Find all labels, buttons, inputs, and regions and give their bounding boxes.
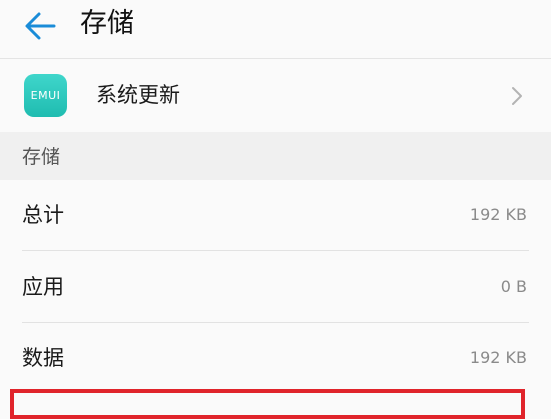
row-value: 192 KB	[469, 205, 527, 224]
back-button[interactable]	[20, 8, 60, 44]
section-title: 存储	[22, 146, 61, 168]
storage-section-header: 存储	[0, 132, 551, 180]
arrow-left-icon	[25, 12, 56, 40]
row-value: 192 KB	[469, 348, 527, 367]
app-name: 系统更新	[96, 83, 180, 107]
storage-row-apps: 应用 0 B	[0, 252, 551, 323]
storage-row-total: 总计 192 KB	[0, 180, 551, 251]
app-bar: 存储	[0, 0, 551, 59]
page-title: 存储	[80, 8, 134, 39]
row-label: 数据	[22, 346, 64, 370]
chevron-right-icon	[512, 87, 522, 105]
emui-app-icon: EMUI	[24, 74, 67, 117]
row-label: 应用	[22, 275, 64, 299]
highlight-box	[10, 389, 525, 419]
row-value: 0 B	[500, 277, 527, 296]
app-entry-row[interactable]: EMUI 系统更新	[0, 59, 551, 131]
row-label: 总计	[22, 203, 64, 227]
divider	[22, 250, 529, 251]
storage-row-data: 数据 192 KB	[0, 323, 551, 394]
